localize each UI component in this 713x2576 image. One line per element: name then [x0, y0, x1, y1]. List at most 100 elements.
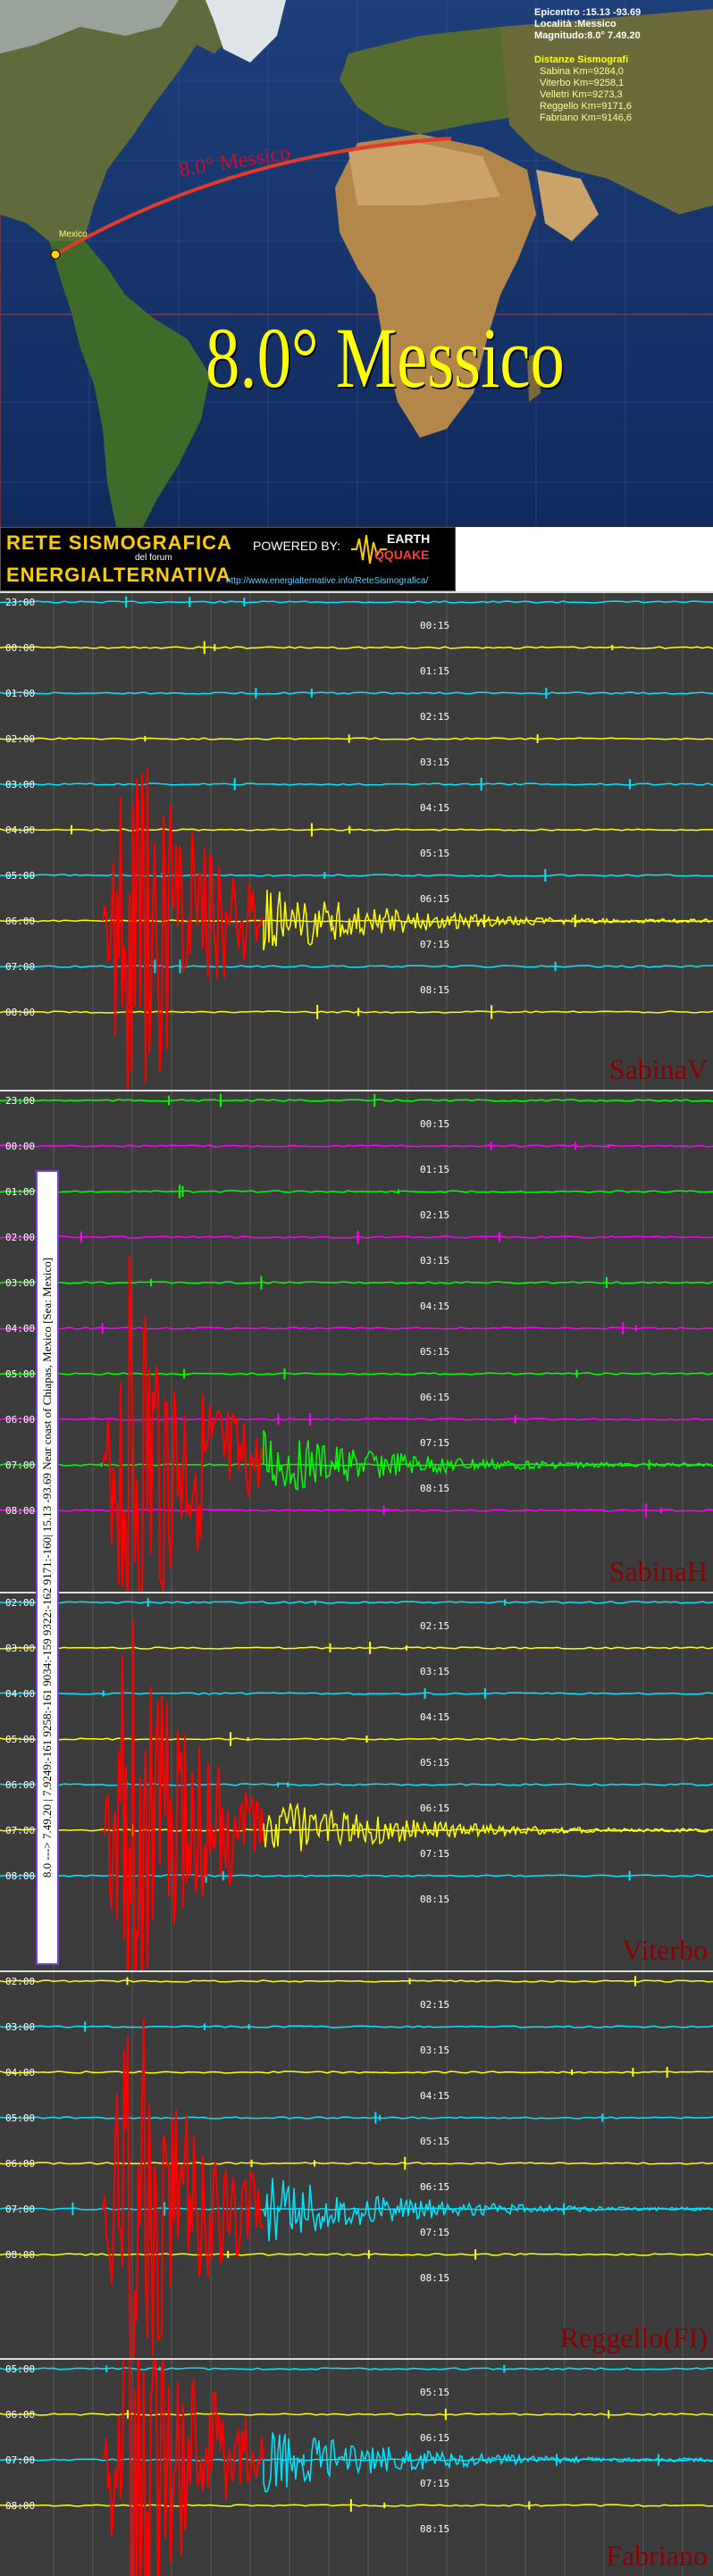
hour-label: 23:00	[5, 597, 36, 608]
hour-label: 01:00	[5, 688, 36, 699]
quarter-label: 05:15	[420, 1346, 450, 1358]
distance-velletri: Velletri Km=9273,3	[540, 89, 623, 100]
distance-sabina: Sabina Km=9284,0	[540, 66, 624, 77]
hour-label: 02:00	[5, 1976, 36, 1987]
hour-label: 00:00	[5, 642, 36, 654]
quarter-label: 03:15	[420, 1666, 450, 1677]
quarter-label: 07:15	[420, 2478, 450, 2489]
info-box: Epicentro :15.13 -93.69 Località :Messic…	[534, 7, 709, 124]
seismogram-plot	[0, 1972, 713, 2358]
trace-line	[0, 600, 713, 604]
quarter-label: 03:15	[420, 1255, 450, 1267]
event-caption-text: 8.0 ---> 7.49.20 | 7.9249:-161 9258:-161…	[40, 1257, 54, 1878]
quarter-label: 04:15	[420, 2090, 450, 2102]
station-name: Fabriano	[606, 2539, 708, 2572]
trace-line	[0, 1144, 713, 1148]
trace-line	[0, 2025, 713, 2028]
quake-coda	[263, 2432, 713, 2493]
quarter-label: 00:15	[420, 1118, 450, 1130]
trace-line	[0, 2413, 713, 2416]
trace-line	[0, 1326, 713, 1330]
distance-reggello: Reggello Km=9171,6	[540, 101, 633, 112]
quake-coda	[263, 1802, 713, 1852]
trace-line	[0, 1099, 713, 1102]
location-text: Località :Messico	[534, 19, 617, 29]
hour-label: 07:00	[5, 1459, 36, 1471]
quarter-label: 06:15	[420, 1392, 450, 1403]
epicenter-text: Epicentro :15.13 -93.69	[534, 7, 642, 18]
hour-label: 06:00	[5, 2409, 36, 2421]
quake-signal	[102, 1254, 264, 1592]
seismogram-panel-sabinav: 23:00 00:00 01:00 02:00 03:00 04:00 05:00 06:00…	[0, 591, 713, 1090]
quarter-label: 00:15	[420, 620, 450, 631]
trace-line	[0, 1010, 713, 1014]
trace-line	[0, 1737, 713, 1741]
trace-line	[0, 1235, 713, 1239]
seismogram-plot	[0, 1593, 713, 1970]
seismogram-plot	[0, 593, 713, 1090]
quarter-label: 03:15	[420, 2045, 450, 2056]
trace-line	[0, 874, 713, 877]
logo-earth: EARTH	[387, 531, 431, 546]
hour-label: 03:00	[5, 1643, 36, 1654]
hour-label: 04:00	[5, 2067, 36, 2078]
quarter-label: 01:15	[420, 1164, 450, 1175]
trace-line	[0, 1646, 713, 1650]
station-name: SabinaH	[608, 1555, 708, 1587]
trace-line	[0, 646, 713, 649]
hour-label: 07:00	[5, 2204, 36, 2215]
trace-line	[0, 2070, 713, 2074]
seismogram-panel-sabinah: 23:00 00:00 01:00 02:00 03:00 04:00 05:00 06:00…	[0, 1090, 713, 1592]
trace-line	[0, 1372, 713, 1376]
quarter-label: 04:15	[420, 1711, 450, 1723]
hour-label: 04:00	[5, 1688, 36, 1700]
big-title: 8.0° Messico	[206, 310, 565, 406]
hour-label: 07:00	[5, 961, 36, 973]
banner-url[interactable]: http://www.energialternative.info/ReteSi…	[226, 576, 428, 586]
quarter-label: 07:15	[420, 939, 450, 950]
quarter-label: 02:15	[420, 1209, 450, 1221]
trace-line	[0, 737, 713, 740]
trace-line	[0, 828, 713, 832]
network-banner: RETE SISMOGRAFICA del forum ENERGIALTERN…	[0, 527, 456, 591]
epicenter-marker-label: Mexico	[59, 230, 88, 239]
quarter-label: 07:15	[420, 1848, 450, 1860]
trace-line	[0, 2162, 713, 2165]
hour-label: 08:00	[5, 1007, 36, 1018]
trace-line	[0, 1190, 713, 1193]
seismogram-panel-viterbo: 02:00 03:00 04:00 05:00 06:00 07:00 08:00 02:15…	[0, 1592, 713, 1970]
event-caption-box: 8.0 ---> 7.49.20 | 7.9249:-161 9258:-161…	[36, 1170, 59, 1965]
hour-label: 05:00	[5, 1368, 36, 1380]
quarter-label: 05:15	[420, 2387, 450, 2398]
quake-signal	[102, 2018, 264, 2358]
trace-line	[0, 2253, 713, 2256]
hour-label: 08:00	[5, 2500, 36, 2512]
trace-line	[0, 1692, 713, 1695]
logo-quake: QQUAKE	[374, 548, 430, 562]
quarter-label: 06:15	[420, 2432, 450, 2444]
hour-label: 08:00	[5, 1870, 36, 1882]
quarter-label: 08:15	[420, 2272, 450, 2284]
hour-label: 06:00	[5, 2158, 36, 2170]
trace-line	[0, 691, 713, 695]
trace-line	[0, 1509, 713, 1512]
hour-label: 05:00	[5, 1734, 36, 1745]
trace-line	[0, 1874, 713, 1878]
quarter-label: 07:15	[420, 2227, 450, 2238]
powered-by-text: POWERED BY:	[253, 539, 341, 553]
quarter-label: 05:15	[420, 2136, 450, 2147]
hour-label: 06:00	[5, 916, 36, 927]
quarter-label: 01:15	[420, 665, 450, 677]
hour-label: 01:00	[5, 1186, 36, 1198]
trace-line	[0, 2116, 713, 2120]
hour-label: 07:00	[5, 2455, 36, 2466]
station-name: Reggello(FI)	[559, 2321, 708, 2354]
hour-label: 03:00	[5, 2021, 36, 2033]
trace-line	[0, 1979, 713, 1983]
hour-label: 04:00	[5, 1323, 36, 1334]
hour-label: 00:00	[5, 1141, 36, 1152]
seismogram-panel-reggello: 02:00 03:00 04:00 05:00 06:00 07:00 08:00 02:15…	[0, 1970, 713, 2358]
hour-label: 04:00	[5, 824, 36, 836]
trace-line	[0, 1783, 713, 1786]
quarter-label: 04:15	[420, 1301, 450, 1312]
